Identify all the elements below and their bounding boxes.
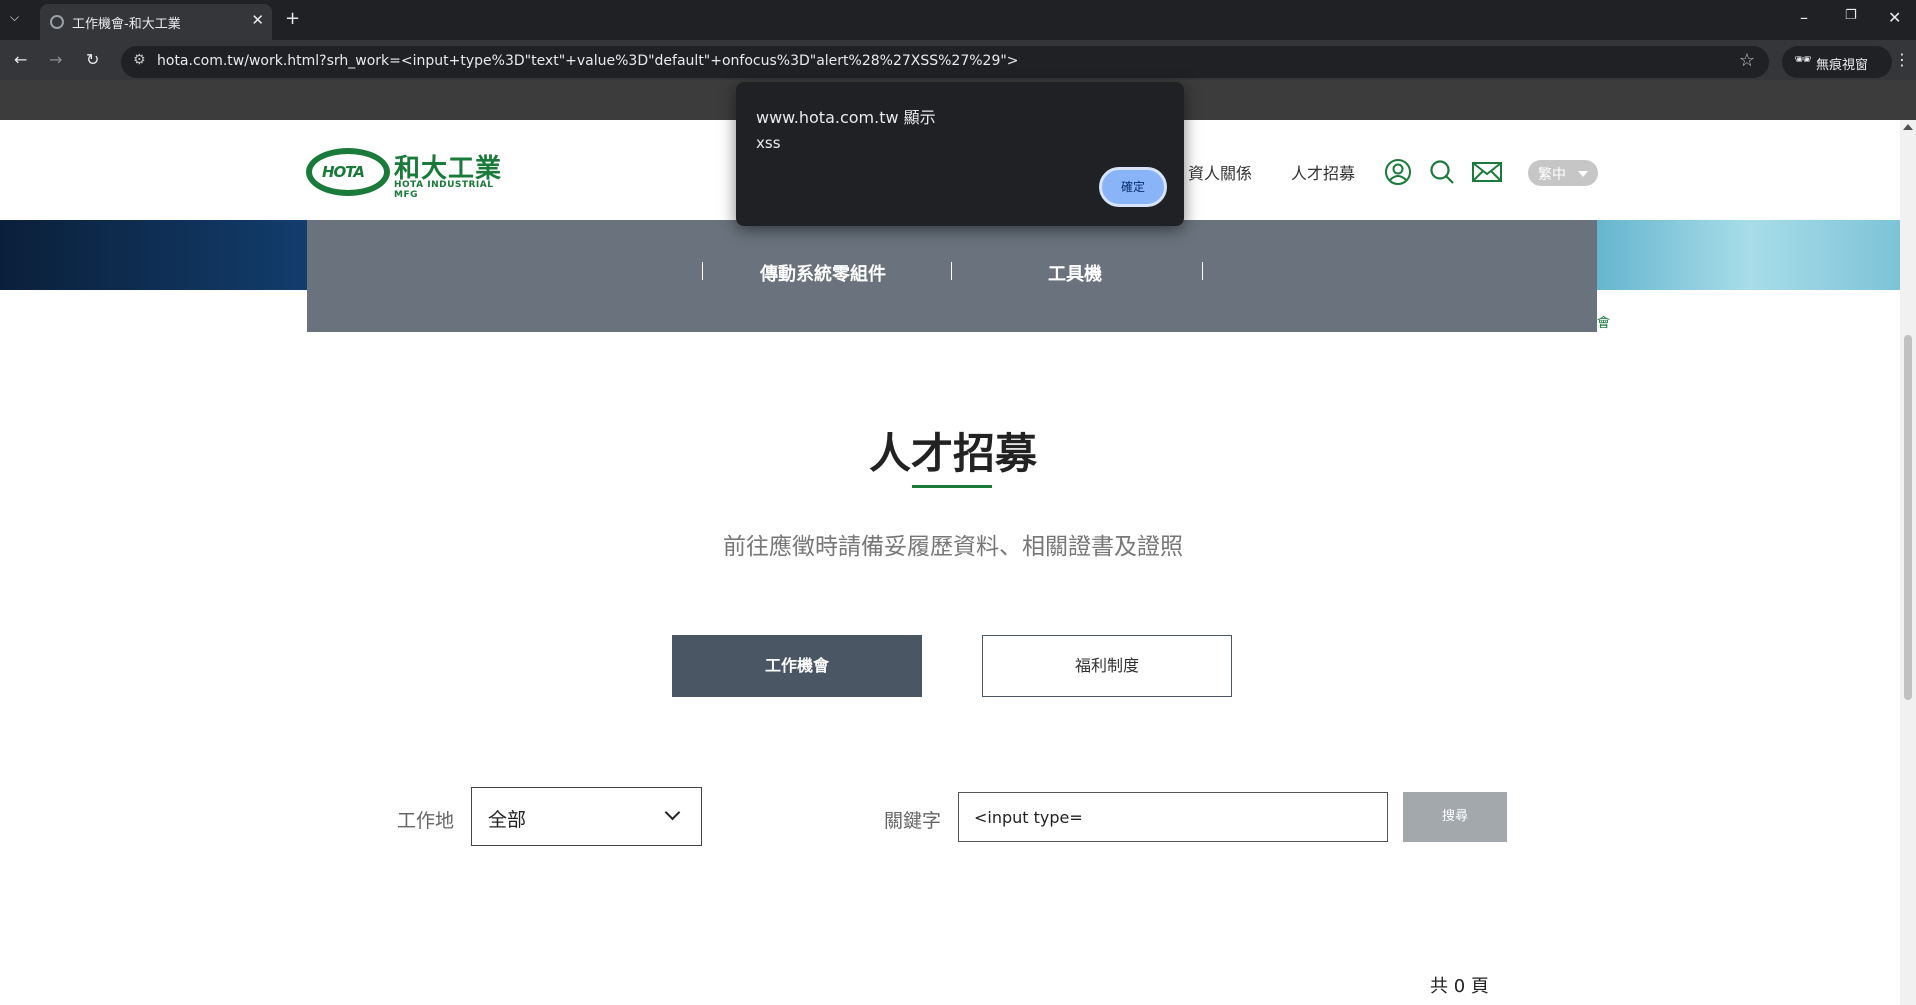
- tab-job-openings[interactable]: 工作機會: [672, 635, 922, 697]
- account-icon[interactable]: [1384, 158, 1412, 186]
- page-title: 人才招募: [868, 429, 1037, 478]
- url-text: hota.com.tw/work.html?srh_work=<input+ty…: [157, 53, 1019, 69]
- address-bar[interactable]: ⚙ hota.com.tw/work.html?srh_work=<input+…: [121, 46, 1769, 78]
- browser-tabstrip: ⌵ 工作機會-和大工業 ✕ + – ❐ ✕: [0, 0, 1916, 40]
- submenu-item-machine-tools[interactable]: 工具機: [1048, 260, 1102, 286]
- alert-dialog: www.hota.com.tw 顯示 xss 確定: [736, 82, 1184, 226]
- site-info-icon[interactable]: ⚙: [133, 52, 146, 68]
- submenu-item-transmission[interactable]: 傳動系統零組件: [760, 260, 886, 286]
- close-window-icon[interactable]: ✕: [1888, 8, 1901, 27]
- keyword-input[interactable]: [958, 792, 1388, 842]
- bookmark-star-icon[interactable]: ☆: [1739, 50, 1755, 71]
- chevron-down-icon: [1578, 171, 1588, 177]
- submenu-divider: [702, 262, 703, 280]
- search-button[interactable]: 搜尋: [1403, 792, 1507, 842]
- mail-icon[interactable]: [1471, 158, 1503, 186]
- title-underline: [912, 485, 992, 488]
- scroll-up-icon[interactable]: [1903, 124, 1913, 130]
- banner-image-left: [0, 220, 307, 290]
- restore-icon[interactable]: ❐: [1845, 8, 1857, 23]
- incognito-badge[interactable]: 🕶 無痕視窗: [1782, 46, 1892, 78]
- location-select[interactable]: 全部: [471, 787, 702, 846]
- location-value: 全部: [488, 809, 527, 831]
- location-label: 工作地: [397, 810, 455, 832]
- nav-investor-relations[interactable]: 資人關係: [1188, 160, 1252, 184]
- product-submenu: [307, 220, 1597, 332]
- tab-search-icon[interactable]: ⌵: [10, 10, 19, 25]
- site-logo[interactable]: HOTA 和大工業 HOTA INDUSTRIAL MFG: [306, 148, 511, 200]
- page-count: 共 0 頁: [1430, 976, 1489, 997]
- scrollbar-thumb[interactable]: [1904, 335, 1912, 700]
- alert-message: xss: [756, 134, 781, 152]
- favicon-icon: [50, 15, 64, 29]
- keyword-label: 關鍵字: [884, 810, 942, 832]
- nav-recruitment[interactable]: 人才招募: [1291, 160, 1355, 184]
- incognito-icon: 🕶: [1794, 52, 1812, 68]
- language-selector[interactable]: 繁中: [1528, 160, 1598, 186]
- logo-mark: HOTA: [322, 163, 365, 181]
- chevron-down-icon: [664, 804, 681, 821]
- back-icon[interactable]: ←: [14, 50, 27, 69]
- alert-origin: www.hota.com.tw 顯示: [756, 108, 936, 127]
- language-label: 繁中: [1538, 167, 1566, 183]
- page-subtitle: 前往應徵時請備妥履歷資料、相關證書及證照: [723, 534, 1183, 560]
- close-tab-icon[interactable]: ✕: [251, 11, 264, 29]
- minimize-icon[interactable]: –: [1800, 8, 1808, 27]
- search-icon[interactable]: [1428, 158, 1456, 186]
- alert-ok-button[interactable]: 確定: [1099, 167, 1167, 207]
- reload-icon[interactable]: ↻: [86, 50, 99, 69]
- browser-tab[interactable]: 工作機會-和大工業 ✕: [40, 4, 272, 40]
- logo-english: HOTA INDUSTRIAL MFG: [394, 180, 494, 200]
- breadcrumb-fragment: 會: [1597, 316, 1611, 331]
- submenu-divider: [951, 262, 952, 280]
- incognito-label: 無痕視窗: [1816, 58, 1869, 73]
- banner-image-right: [1597, 220, 1903, 290]
- submenu-divider: [1202, 262, 1203, 280]
- tab-title: 工作機會-和大工業: [72, 17, 181, 32]
- new-tab-icon[interactable]: +: [285, 8, 300, 29]
- forward-icon[interactable]: →: [49, 50, 62, 69]
- tab-benefits[interactable]: 福利制度: [982, 635, 1232, 697]
- browser-menu-icon[interactable]: ⋮: [1894, 50, 1910, 69]
